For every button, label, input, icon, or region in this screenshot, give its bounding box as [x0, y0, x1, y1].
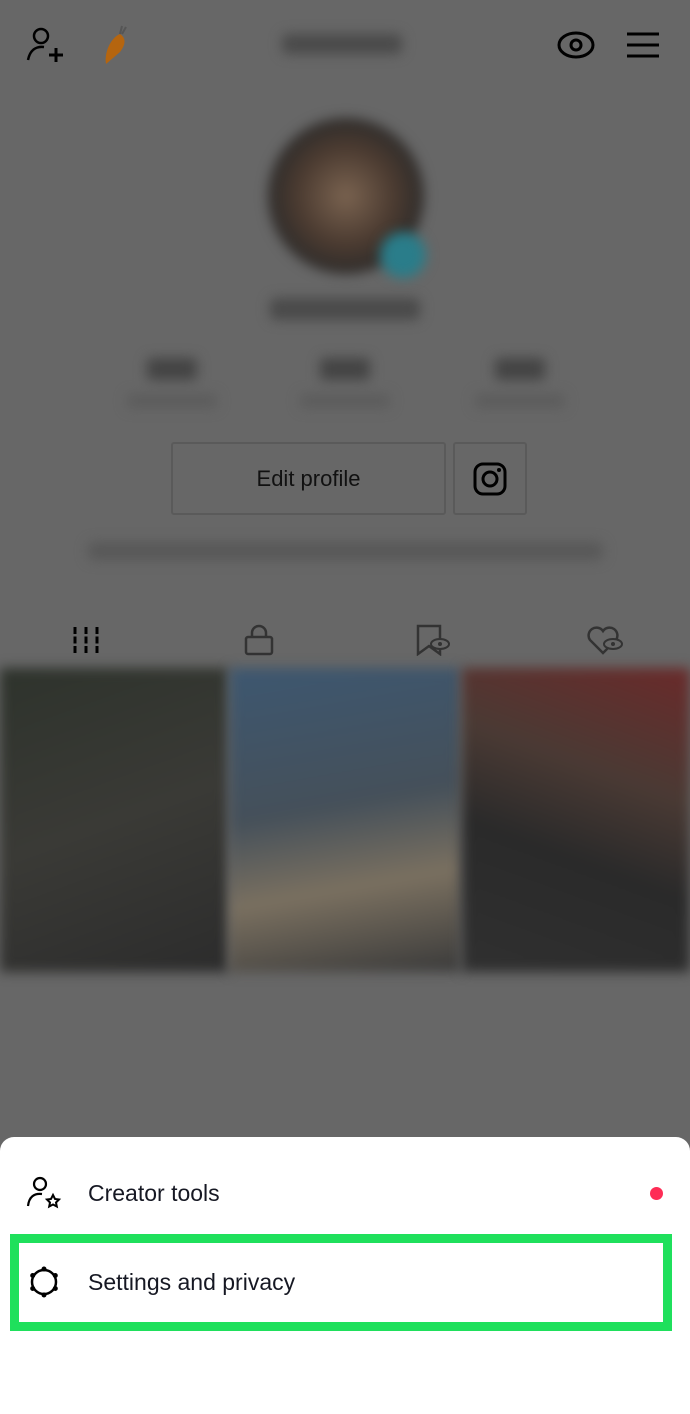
- edit-profile-button[interactable]: Edit profile: [171, 442, 446, 515]
- tab-saved-hidden-icon[interactable]: [415, 624, 451, 656]
- tab-private-lock-icon[interactable]: [244, 624, 274, 656]
- menu-icon[interactable]: [626, 32, 660, 58]
- video-thumbnail[interactable]: [0, 668, 228, 972]
- edit-profile-label: Edit profile: [256, 465, 361, 491]
- stat-likes[interactable]: [460, 358, 580, 408]
- handle: [270, 298, 420, 320]
- eye-icon[interactable]: [556, 30, 596, 60]
- notification-dot: [650, 1187, 663, 1200]
- menu-item-creator-tools[interactable]: Creator tools: [0, 1163, 690, 1223]
- tab-liked-hidden-icon[interactable]: [586, 624, 624, 656]
- add-friend-icon[interactable]: [26, 26, 68, 64]
- bio: [88, 542, 603, 560]
- username-title[interactable]: [282, 34, 402, 54]
- tab-videos-grid-icon[interactable]: [72, 626, 100, 654]
- person-star-icon: [26, 1176, 62, 1209]
- carrot-icon[interactable]: [100, 24, 132, 66]
- instagram-button[interactable]: [453, 442, 527, 515]
- stat-followers[interactable]: [285, 358, 405, 408]
- video-thumbnail[interactable]: [462, 668, 690, 972]
- avatar-badge[interactable]: [380, 232, 426, 278]
- instagram-icon: [473, 462, 507, 495]
- highlight-box: [10, 1234, 672, 1331]
- stat-following[interactable]: [112, 358, 232, 408]
- menu-item-label: Creator tools: [88, 1179, 220, 1206]
- video-thumbnail[interactable]: [230, 668, 460, 972]
